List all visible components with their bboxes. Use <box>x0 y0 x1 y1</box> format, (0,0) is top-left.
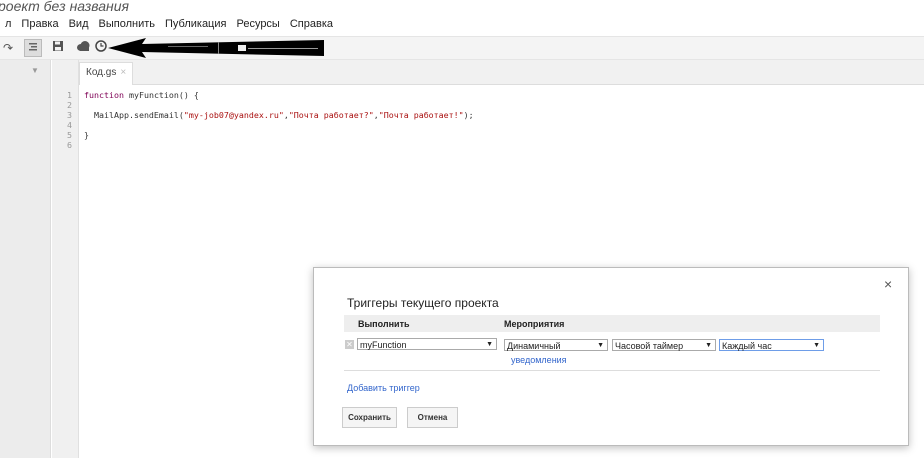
add-trigger-link[interactable]: Добавить триггер <box>347 383 420 393</box>
line-number: 1 <box>67 90 72 100</box>
cloud-icon[interactable] <box>75 40 91 56</box>
code-line-3: MailApp.sendEmail("my-job07@yandex.ru","… <box>84 110 474 120</box>
interval-value: Каждый час <box>722 341 772 351</box>
string-literal: "my-job07@yandex.ru" <box>183 110 284 120</box>
menu-file[interactable]: л <box>0 15 16 33</box>
code-line-1: function myFunction() { <box>84 90 199 100</box>
tab-code-gs[interactable]: Код.gs × <box>79 62 134 85</box>
save-icon[interactable] <box>51 40 65 56</box>
column-header-events: Мероприятия <box>504 319 565 329</box>
menu-run[interactable]: Выполнить <box>94 15 160 33</box>
redo-icon[interactable]: ↷ <box>2 40 14 56</box>
chevron-down-icon: ▼ <box>486 341 493 348</box>
tab-label: Код.gs <box>86 67 117 78</box>
timer-icon[interactable] <box>94 40 108 56</box>
interval-select[interactable]: Каждый час ▼ <box>719 339 824 351</box>
notifications-link[interactable]: уведомления <box>511 355 567 365</box>
code-line-5: } <box>84 130 89 140</box>
event-source-select[interactable]: Динамичный ▼ <box>504 339 608 351</box>
triggers-table-header: Выполнить Мероприятия <box>344 315 880 332</box>
annotation-arrow-icon <box>108 38 324 58</box>
close-tab-icon[interactable]: × <box>120 67 126 78</box>
event-type-value: Часовой таймер <box>615 341 684 351</box>
function-select-value: myFunction <box>360 340 407 350</box>
line-number: 3 <box>67 110 72 120</box>
menu-edit[interactable]: Правка <box>16 15 63 33</box>
triggers-dialog: × Триггеры текущего проекта Выполнить Ме… <box>313 267 909 446</box>
line-number: 6 <box>67 140 72 150</box>
line-number: 2 <box>67 100 72 110</box>
function-select[interactable]: myFunction ▼ <box>357 338 497 350</box>
tab-bar <box>79 60 924 85</box>
trigger-row: ✕ myFunction ▼ Динамичный ▼ Часовой таймер… <box>344 334 880 371</box>
line-number: 5 <box>67 130 72 140</box>
menu-bar: л Правка Вид Выполнить Публикация Ресурс… <box>0 15 338 33</box>
menu-resources[interactable]: Ресурсы <box>231 15 284 33</box>
code-text: myFunction() { <box>123 90 199 100</box>
event-type-select[interactable]: Часовой таймер ▼ <box>612 339 716 351</box>
column-header-run: Выполнить <box>358 319 410 329</box>
save-button[interactable]: Сохранить <box>342 407 397 428</box>
menu-publish[interactable]: Публикация <box>160 15 231 33</box>
event-source-value: Динамичный <box>507 341 561 351</box>
menu-help[interactable]: Справка <box>285 15 338 33</box>
chevron-down-icon: ▼ <box>597 342 604 349</box>
menu-view[interactable]: Вид <box>64 15 94 33</box>
dialog-title: Триггеры текущего проекта <box>347 296 499 310</box>
string-literal: "Почта работает?" <box>288 110 374 120</box>
chevron-down-icon: ▼ <box>813 342 820 349</box>
chevron-down-icon[interactable]: ▼ <box>31 66 39 75</box>
close-icon[interactable]: × <box>884 276 892 292</box>
delete-trigger-icon[interactable]: ✕ <box>345 340 354 349</box>
keyword-function: function <box>84 90 124 100</box>
indent-icon[interactable] <box>24 39 42 57</box>
string-literal: "Почта работает!" <box>378 110 464 120</box>
code-text: MailApp.sendEmail( <box>84 110 184 120</box>
project-title[interactable]: роект без названия <box>0 0 129 14</box>
code-text: ); <box>463 110 474 120</box>
file-panel: ▼ <box>0 60 51 458</box>
line-number: 4 <box>67 120 72 130</box>
chevron-down-icon: ▼ <box>705 342 712 349</box>
cancel-button[interactable]: Отмена <box>407 407 458 428</box>
